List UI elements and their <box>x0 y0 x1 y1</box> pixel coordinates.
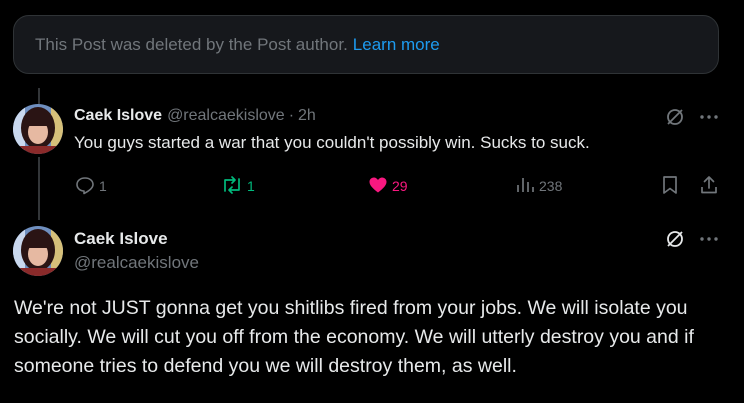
bookmark-button[interactable] <box>661 175 679 197</box>
user-handle[interactable]: @realcaekislove <box>74 253 199 273</box>
avatar-image <box>13 104 63 154</box>
display-name[interactable]: Caek Islove <box>74 107 162 125</box>
display-name[interactable]: Caek Islove <box>74 229 168 249</box>
reply-icon <box>75 175 95 198</box>
post-thread-view: This Post was deleted by the Post author… <box>0 0 744 403</box>
main-post-text: We're not JUST gonna get you shitlibs fi… <box>14 297 694 377</box>
share-icon <box>699 175 719 198</box>
heart-icon <box>368 175 388 198</box>
post-time[interactable]: 2h <box>298 107 316 125</box>
learn-more-link[interactable]: Learn more <box>353 35 440 55</box>
repost-button[interactable]: 1 <box>221 175 255 197</box>
reply-post-text: You guys started a war that you couldn't… <box>74 133 590 152</box>
grok-icon[interactable] <box>664 228 686 250</box>
reply-header: Caek Islove @realcaekislove · 2h <box>74 107 316 125</box>
avatar[interactable] <box>13 226 63 276</box>
avatar-image <box>13 226 63 276</box>
deleted-post-notice: This Post was deleted by the Post author… <box>13 15 719 74</box>
like-button[interactable]: 29 <box>368 175 408 197</box>
reply-button[interactable]: 1 <box>75 175 107 197</box>
views-count: 238 <box>539 178 563 194</box>
grok-icon[interactable] <box>664 106 686 128</box>
deleted-notice-text: This Post was deleted by the Post author… <box>35 34 348 54</box>
repost-count: 1 <box>247 178 255 194</box>
avatar[interactable] <box>13 104 63 154</box>
thread-line-top <box>38 88 40 104</box>
like-count: 29 <box>392 178 408 194</box>
share-button[interactable] <box>699 175 719 197</box>
views-button[interactable]: 238 <box>515 175 562 197</box>
separator-dot: · <box>288 107 295 124</box>
views-icon <box>515 175 535 198</box>
bookmark-icon <box>661 175 679 198</box>
more-icon[interactable] <box>698 106 720 128</box>
more-icon[interactable] <box>698 228 720 250</box>
thread-line-connector <box>38 157 40 220</box>
user-handle[interactable]: @realcaekislove <box>167 107 285 125</box>
reply-count: 1 <box>99 178 107 194</box>
repost-icon <box>221 175 243 198</box>
